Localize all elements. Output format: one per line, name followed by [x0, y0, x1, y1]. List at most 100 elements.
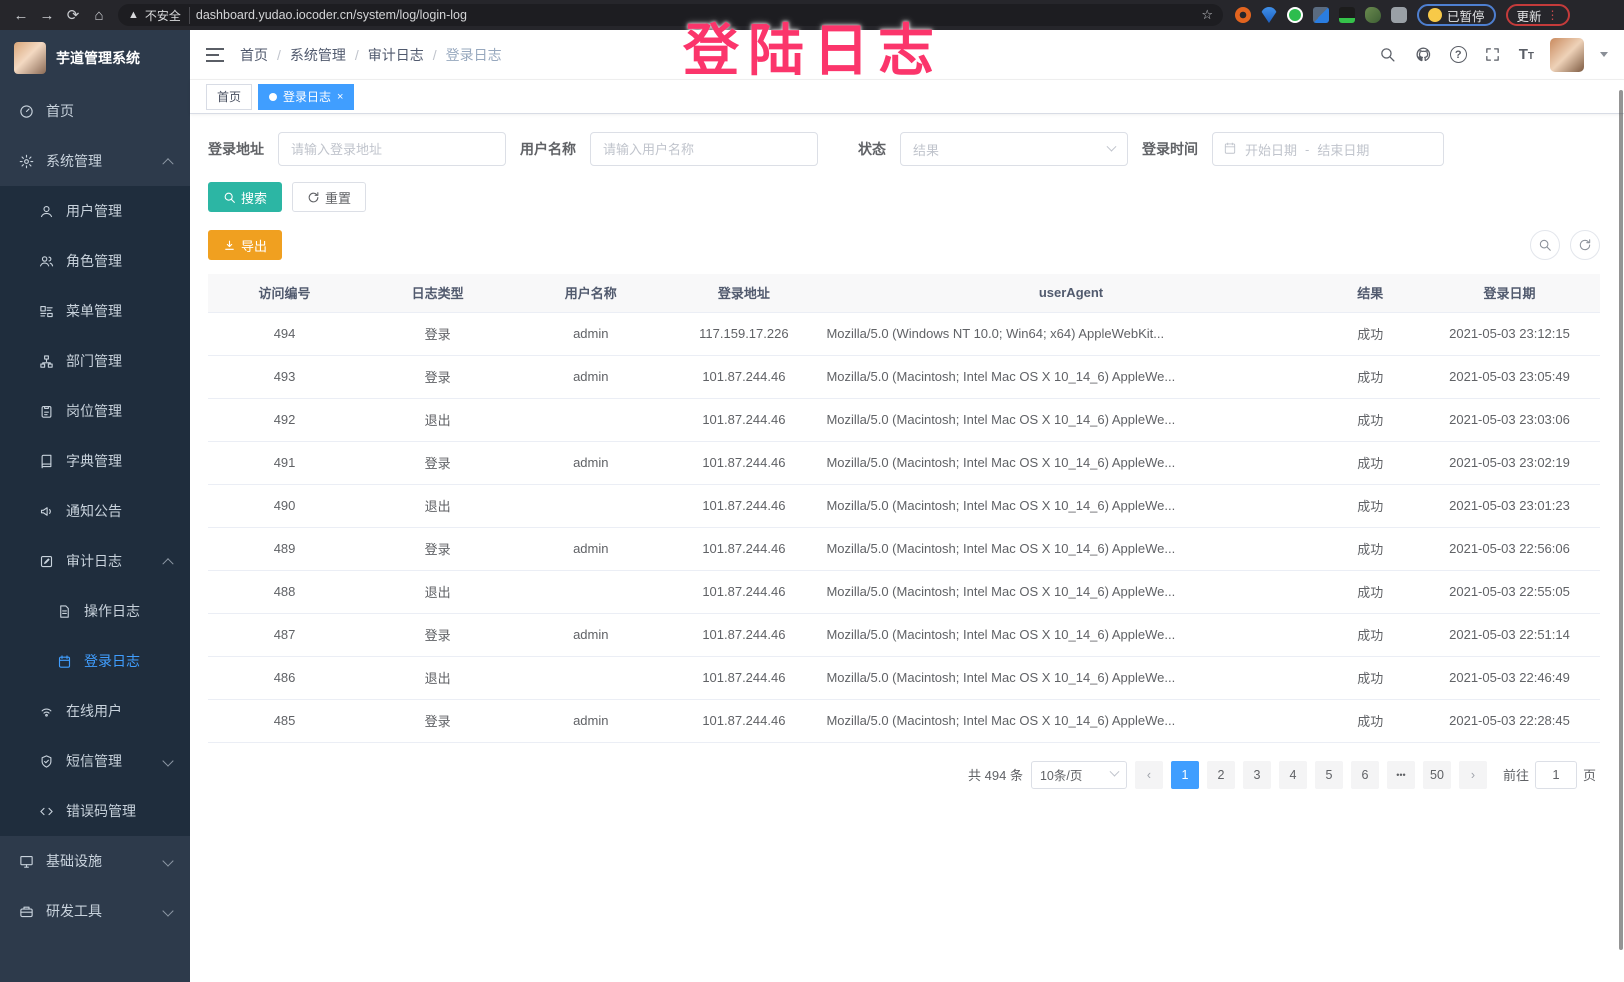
extension-icon-6[interactable]: [1365, 7, 1381, 23]
sidebar-item-dictionary[interactable]: 字典管理: [0, 436, 190, 486]
close-icon[interactable]: ×: [337, 91, 343, 103]
bookmark-star-icon[interactable]: ☆: [1201, 7, 1213, 23]
sidebar-logo[interactable]: 芋道管理系统: [0, 30, 190, 86]
extension-icon-5[interactable]: [1339, 7, 1355, 23]
browser-menu-icon[interactable]: ⋮: [1547, 8, 1559, 22]
breadcrumb-audit[interactable]: 审计日志: [368, 45, 424, 65]
table-row[interactable]: 493 登录 admin 101.87.244.46 Mozilla/5.0 (…: [208, 355, 1600, 398]
table-row[interactable]: 486 退出 101.87.244.46 Mozilla/5.0 (Macint…: [208, 656, 1600, 699]
table-row[interactable]: 485 登录 admin 101.87.244.46 Mozilla/5.0 (…: [208, 699, 1600, 742]
goto-page-input[interactable]: [1535, 761, 1577, 789]
page-button-2[interactable]: 2: [1207, 761, 1235, 789]
help-icon[interactable]: ?: [1450, 46, 1467, 63]
warning-icon: ▲: [128, 9, 139, 21]
tag-home[interactable]: 首页: [206, 84, 252, 110]
address-input[interactable]: [278, 132, 506, 166]
sidebar-item-login-log[interactable]: 登录日志: [0, 636, 190, 686]
page-size-select[interactable]: 10条/页: [1031, 761, 1127, 789]
next-page-button[interactable]: ›: [1459, 761, 1487, 789]
table-row[interactable]: 490 退出 101.87.244.46 Mozilla/5.0 (Macint…: [208, 484, 1600, 527]
extension-icon-3[interactable]: [1287, 7, 1303, 23]
hamburger-icon[interactable]: [206, 48, 224, 62]
extension-icon-4[interactable]: [1313, 7, 1329, 23]
prev-page-button[interactable]: ‹: [1135, 761, 1163, 789]
book-icon: [38, 453, 54, 469]
header-date: 登录日期: [1419, 274, 1600, 312]
end-date-placeholder[interactable]: 结束日期: [1317, 140, 1369, 159]
sidebar-item-sms[interactable]: 短信管理: [0, 736, 190, 786]
start-date-placeholder[interactable]: 开始日期: [1245, 140, 1297, 159]
header-id: 访问编号: [208, 274, 361, 312]
browser-home-icon[interactable]: ⌂: [86, 7, 112, 24]
export-button[interactable]: 导出: [208, 230, 282, 260]
table-row[interactable]: 489 登录 admin 101.87.244.46 Mozilla/5.0 (…: [208, 527, 1600, 570]
gear-icon: [18, 153, 34, 169]
search-button[interactable]: 搜索: [208, 182, 282, 212]
status-select[interactable]: 结果: [900, 132, 1128, 166]
extension-icon-2[interactable]: [1261, 7, 1277, 23]
status-label: 状态: [858, 139, 886, 159]
sidebar-item-users[interactable]: 用户管理: [0, 186, 190, 236]
search-icon[interactable]: [1378, 45, 1398, 65]
page-button-6[interactable]: 6: [1351, 761, 1379, 789]
table-row[interactable]: 488 退出 101.87.244.46 Mozilla/5.0 (Macint…: [208, 570, 1600, 613]
chevron-down-icon: [1110, 767, 1120, 777]
refresh-icon[interactable]: [1570, 230, 1600, 260]
sidebar-item-home[interactable]: 首页: [0, 86, 190, 136]
fullscreen-icon[interactable]: [1483, 45, 1503, 65]
chevron-up-icon: [162, 158, 173, 169]
extension-puzzle-icon[interactable]: [1391, 7, 1407, 23]
page-button-1[interactable]: 1: [1171, 761, 1199, 789]
table-row[interactable]: 492 退出 101.87.244.46 Mozilla/5.0 (Macint…: [208, 398, 1600, 441]
page-button-3[interactable]: 3: [1243, 761, 1271, 789]
page-button-5[interactable]: 5: [1315, 761, 1343, 789]
more-pages-button[interactable]: •••: [1387, 761, 1415, 789]
breadcrumb-home[interactable]: 首页: [240, 45, 268, 65]
sidebar-item-posts[interactable]: 岗位管理: [0, 386, 190, 436]
chevron-down-icon: [1107, 141, 1117, 151]
github-icon[interactable]: [1414, 45, 1434, 65]
browser-reload-icon[interactable]: ⟳: [60, 6, 86, 24]
page-button-last[interactable]: 50: [1423, 761, 1451, 789]
tag-login-log[interactable]: 登录日志 ×: [258, 84, 354, 110]
sidebar-item-error-codes[interactable]: 错误码管理: [0, 786, 190, 836]
sidebar-item-notices[interactable]: 通知公告: [0, 486, 190, 536]
browser-forward-icon[interactable]: →: [34, 7, 60, 24]
sidebar: 芋道管理系统 首页 系统管理 用户管理 角色管理 菜单管理: [0, 30, 190, 982]
user-avatar[interactable]: [1550, 38, 1584, 72]
date-range-picker[interactable]: 开始日期 - 结束日期: [1212, 132, 1444, 166]
header-ip: 登录地址: [667, 274, 820, 312]
reset-button[interactable]: 重置: [292, 182, 366, 212]
extension-icon-1[interactable]: [1235, 7, 1251, 23]
avatar-caret-icon[interactable]: [1600, 52, 1608, 57]
sidebar-item-infrastructure[interactable]: 基础设施: [0, 836, 190, 886]
browser-back-icon[interactable]: ←: [8, 7, 34, 24]
sidebar-item-roles[interactable]: 角色管理: [0, 236, 190, 286]
url-text[interactable]: dashboard.yudao.iocoder.cn/system/log/lo…: [196, 8, 1195, 22]
sidebar-item-audit-log[interactable]: 审计日志: [0, 536, 190, 586]
scrollbar[interactable]: [1619, 90, 1623, 950]
font-size-icon[interactable]: TT: [1519, 46, 1534, 63]
breadcrumb-system[interactable]: 系统管理: [290, 45, 346, 65]
toolbox-icon: [18, 903, 34, 919]
sidebar-item-dev-tools[interactable]: 研发工具: [0, 886, 190, 936]
header-type: 日志类型: [361, 274, 514, 312]
sidebar-item-menus[interactable]: 菜单管理: [0, 286, 190, 336]
sidebar-item-operation-log[interactable]: 操作日志: [0, 586, 190, 636]
security-label[interactable]: 不安全: [145, 7, 190, 24]
online-signal-icon: [38, 703, 54, 719]
table-row[interactable]: 494 登录 admin 117.159.17.226 Mozilla/5.0 …: [208, 312, 1600, 355]
page-button-4[interactable]: 4: [1279, 761, 1307, 789]
sidebar-item-system[interactable]: 系统管理: [0, 136, 190, 186]
table-row[interactable]: 487 登录 admin 101.87.244.46 Mozilla/5.0 (…: [208, 613, 1600, 656]
paused-badge[interactable]: 已暂停: [1417, 4, 1496, 26]
username-input[interactable]: [590, 132, 818, 166]
toggle-search-icon[interactable]: [1530, 230, 1560, 260]
table-row[interactable]: 491 登录 admin 101.87.244.46 Mozilla/5.0 (…: [208, 441, 1600, 484]
address-bar[interactable]: ▲ 不安全 dashboard.yudao.iocoder.cn/system/…: [118, 4, 1223, 26]
edit-square-icon: [38, 553, 54, 569]
sidebar-item-departments[interactable]: 部门管理: [0, 336, 190, 386]
pagination: 共 494 条 10条/页 ‹ 1 2 3 4 5 6 ••• 50 › 前往 …: [208, 761, 1600, 789]
update-button[interactable]: 更新 ⋮: [1506, 4, 1570, 26]
sidebar-item-online-users[interactable]: 在线用户: [0, 686, 190, 736]
